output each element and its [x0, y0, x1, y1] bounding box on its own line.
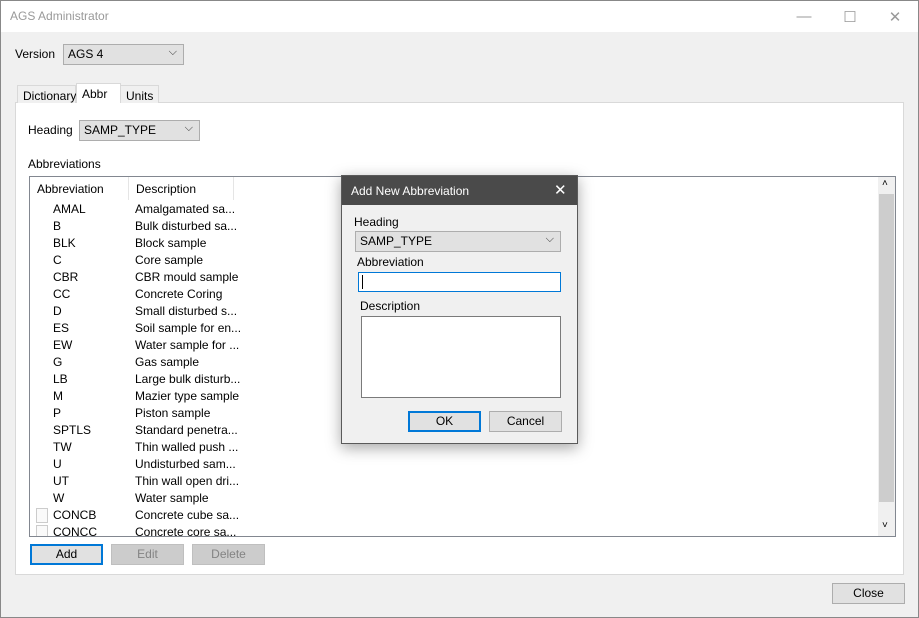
abbreviation-cell: BLK — [53, 236, 76, 250]
version-select[interactable]: AGS 4 ⌵ — [63, 44, 184, 65]
description-label: Description — [360, 299, 421, 313]
text-cursor — [362, 275, 363, 289]
description-cell: Soil sample for en... — [135, 321, 242, 335]
chevron-down-icon: ⌵ — [168, 46, 177, 58]
tab-abbr[interactable]: Abbr — [76, 83, 121, 103]
edit-button[interactable]: Edit — [111, 544, 184, 565]
heading-select[interactable]: SAMP_TYPE ⌵ — [79, 120, 200, 141]
dialog-title: Add New Abbreviation — [351, 184, 470, 198]
abbreviation-label: Abbreviation — [357, 255, 424, 269]
version-label: Version — [15, 47, 56, 61]
scroll-down-icon[interactable]: ˅ — [882, 520, 888, 531]
scrollbar-thumb[interactable] — [879, 194, 894, 502]
cancel-button[interactable]: Cancel — [489, 411, 562, 432]
maximize-button[interactable]: ☐ — [827, 1, 873, 32]
abbreviation-input[interactable] — [358, 272, 561, 292]
close-button[interactable]: Close — [832, 583, 905, 604]
heading-value: SAMP_TYPE — [84, 123, 157, 137]
description-cell: Concrete cube sa... — [135, 508, 240, 522]
abbreviation-cell: G — [53, 355, 63, 369]
abbreviation-cell: LB — [53, 372, 68, 386]
description-cell: Concrete core sa... — [135, 525, 237, 537]
abbreviation-cell: CBR — [53, 270, 79, 284]
description-cell: Thin wall open dri... — [135, 474, 240, 488]
tab-dictionary[interactable]: Dictionary — [17, 85, 76, 103]
document-icon — [36, 525, 48, 536]
abbreviation-cell: CC — [53, 287, 71, 301]
chevron-down-icon: ⌵ — [545, 233, 554, 245]
dialog-heading-select[interactable]: SAMP_TYPE ⌵ — [355, 231, 561, 252]
abbreviation-cell: U — [53, 457, 62, 471]
abbreviation-cell: EW — [53, 338, 73, 352]
abbreviation-cell: C — [53, 253, 62, 267]
description-cell: Mazier type sample — [135, 389, 240, 403]
document-icon — [36, 508, 48, 523]
title-bar: AGS Administrator — ☐ ✕ — [1, 1, 918, 32]
add-abbreviation-dialog: Add New Abbreviation ✕ Heading SAMP_TYPE… — [341, 175, 578, 444]
abbreviation-cell: ES — [53, 321, 70, 335]
abbreviations-label: Abbreviations — [28, 157, 101, 171]
abbreviation-cell: P — [53, 406, 62, 420]
dialog-close-icon[interactable]: ✕ — [554, 181, 567, 199]
description-cell: Block sample — [135, 236, 207, 250]
abbreviation-cell: TW — [53, 440, 72, 454]
chevron-down-icon: ⌵ — [184, 122, 193, 134]
dialog-heading-value: SAMP_TYPE — [360, 234, 433, 248]
add-button[interactable]: Add — [30, 544, 103, 565]
description-cell: CBR mould sample — [135, 270, 239, 284]
description-cell: Undisturbed sam... — [135, 457, 236, 471]
tab-units[interactable]: Units — [120, 85, 159, 103]
description-cell: Water sample — [135, 491, 209, 505]
description-textarea[interactable] — [361, 316, 561, 398]
description-cell: Concrete Coring — [135, 287, 223, 301]
description-cell: Amalgamated sa... — [135, 202, 236, 216]
table-row[interactable]: CONCC Concrete core sa... — [30, 524, 878, 537]
abbreviation-cell: W — [53, 491, 65, 505]
description-cell: Thin walled push ... — [135, 440, 239, 454]
abbreviation-cell: AMAL — [53, 202, 86, 216]
window-title: AGS Administrator — [10, 9, 109, 23]
abbreviation-cell: CONCC — [53, 525, 97, 537]
abbreviation-cell: SPTLS — [53, 423, 92, 437]
table-row[interactable]: UT Thin wall open dri... — [30, 473, 878, 490]
description-cell: Core sample — [135, 253, 204, 267]
abbreviation-cell: CONCB — [53, 508, 97, 522]
delete-button[interactable]: Delete — [192, 544, 265, 565]
table-row[interactable]: W Water sample — [30, 490, 878, 507]
vertical-scrollbar[interactable]: ˄ ˅ — [878, 177, 895, 536]
abbreviation-cell: B — [53, 219, 62, 233]
description-cell: Water sample for ... — [135, 338, 240, 352]
description-cell: Bulk disturbed sa... — [135, 219, 238, 233]
column-header-description[interactable]: Description — [129, 177, 234, 200]
description-cell: Large bulk disturb... — [135, 372, 241, 386]
column-header-abbreviation[interactable]: Abbreviation — [30, 177, 129, 200]
dialog-title-bar: Add New Abbreviation ✕ — [342, 176, 577, 205]
dialog-heading-label: Heading — [354, 215, 399, 229]
version-value: AGS 4 — [68, 47, 104, 61]
close-window-button[interactable]: ✕ — [872, 1, 918, 32]
heading-label: Heading — [28, 123, 73, 137]
table-row[interactable]: CONCB Concrete cube sa... — [30, 507, 878, 524]
scroll-up-icon[interactable]: ˄ — [882, 178, 888, 189]
description-cell: Standard penetra... — [135, 423, 238, 437]
description-cell: Small disturbed s... — [135, 304, 238, 318]
table-row[interactable]: U Undisturbed sam... — [30, 456, 878, 473]
description-cell: Piston sample — [135, 406, 211, 420]
minimize-button[interactable]: — — [781, 1, 827, 32]
description-cell: Gas sample — [135, 355, 200, 369]
abbreviation-cell: UT — [53, 474, 69, 488]
abbreviation-cell: M — [53, 389, 63, 403]
abbreviation-cell: D — [53, 304, 62, 318]
ok-button[interactable]: OK — [408, 411, 481, 432]
